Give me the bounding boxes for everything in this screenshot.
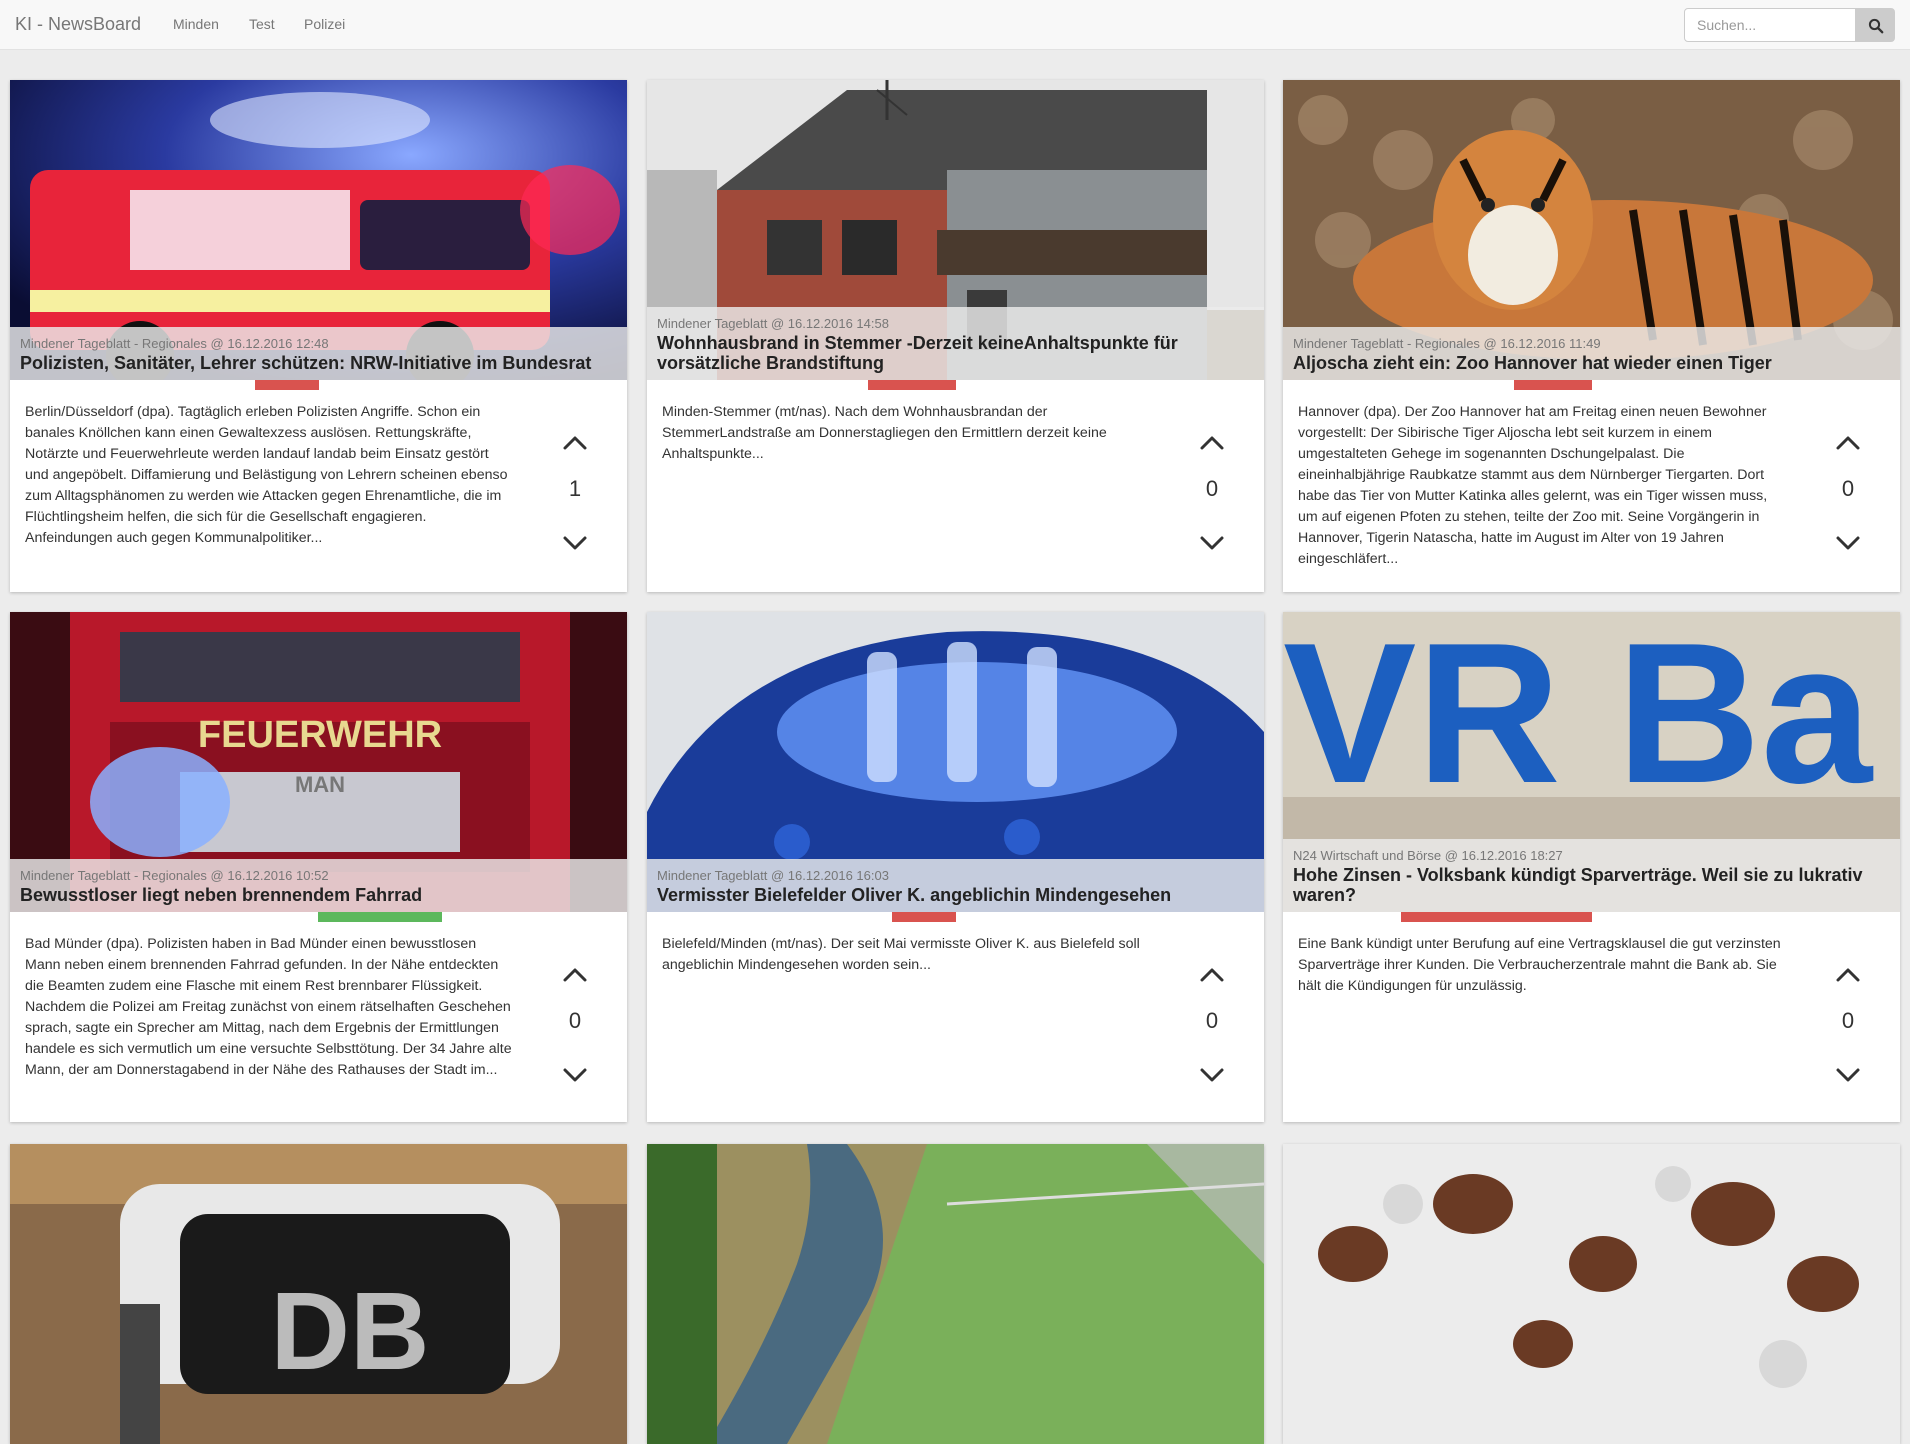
card-title[interactable]: Wohnhausbrand in Stemmer -Derzeit keineA… [657, 333, 1254, 373]
upvote-chevron-icon[interactable] [1197, 432, 1227, 454]
card-image-bluelight[interactable]: Mindener Tageblatt @ 16.12.2016 16:03 Ve… [647, 612, 1264, 912]
sentiment-bar [1401, 912, 1592, 922]
card-caption: N24 Wirtschaft und Börse @ 16.12.2016 18… [1283, 839, 1900, 912]
news-card[interactable]: FEUERWEHR MAN Mindener Tageblatt - Regio… [10, 612, 627, 1122]
card-meta: Mindener Tageblatt - Regionales @ 16.12.… [20, 868, 329, 883]
card-title[interactable]: Polizisten, Sanitäter, Lehrer schützen: … [20, 353, 617, 373]
downvote-chevron-icon[interactable] [1197, 1064, 1227, 1086]
card-text: Bad Münder (dpa). Polizisten haben in Ba… [25, 936, 512, 1078]
firetruck-lettering: FEUERWEHR [198, 714, 442, 756]
card-title[interactable]: Hohe Zinsen - Volksbank kündigt Sparvert… [1293, 865, 1890, 905]
card-image-vrbank[interactable]: VR Ba N24 Wirtschaft und Börse @ 16.12.2… [1283, 612, 1900, 912]
vote-count: 0 [1205, 1008, 1219, 1033]
card-meta: Mindener Tageblatt @ 16.12.2016 16:03 [657, 868, 889, 883]
card-caption: Mindener Tageblatt @ 16.12.2016 16:03 Ve… [647, 859, 1264, 912]
nav-link-test[interactable]: Test [249, 16, 275, 32]
svg-text:MAN: MAN [295, 772, 345, 797]
downvote-chevron-icon[interactable] [1197, 532, 1227, 554]
card-text: Bielefeld/Minden (mt/nas). Der seit Mai … [662, 936, 1140, 973]
search-input[interactable] [1684, 8, 1856, 42]
card-image-house[interactable]: Mindener Tageblatt @ 16.12.2016 14:58 Wo… [647, 80, 1264, 380]
card-caption: Mindener Tageblatt - Regionales @ 16.12.… [10, 859, 627, 912]
card-text: Hannover (dpa). Der Zoo Hannover hat am … [1298, 404, 1768, 567]
navbar: KI - NewsBoard Minden Test Polizei [0, 0, 1910, 50]
upvote-chevron-icon[interactable] [560, 964, 590, 986]
news-card[interactable]: Mindener Tageblatt - Regionales @ 16.12.… [10, 80, 627, 592]
downvote-chevron-icon[interactable] [1833, 532, 1863, 554]
downvote-chevron-icon[interactable] [560, 1064, 590, 1086]
card-image-tiger[interactable]: Mindener Tageblatt - Regionales @ 16.12.… [1283, 80, 1900, 380]
vote-count: 0 [1205, 476, 1219, 501]
news-card[interactable] [647, 1144, 1264, 1444]
db-logo-lettering: DB [271, 1270, 430, 1393]
vote-count: 0 [568, 1008, 582, 1033]
card-image-db-train[interactable]: DB [10, 1144, 627, 1444]
vrbank-lettering: VR Ba [1283, 612, 1874, 825]
card-image-firetruck[interactable]: FEUERWEHR MAN Mindener Tageblatt - Regio… [10, 612, 627, 912]
card-meta: Mindener Tageblatt - Regionales @ 16.12.… [1293, 336, 1601, 351]
card-text: Minden-Stemmer (mt/nas). Nach dem Wohnha… [662, 404, 1107, 462]
nav-link-polizei[interactable]: Polizei [304, 16, 345, 32]
card-image-snow[interactable] [1283, 1144, 1900, 1444]
card-image-river[interactable] [647, 1144, 1264, 1444]
upvote-chevron-icon[interactable] [1833, 432, 1863, 454]
news-card[interactable]: VR Ba N24 Wirtschaft und Börse @ 16.12.2… [1283, 612, 1900, 1122]
card-title[interactable]: Vermisster Bielefelder Oliver K. angebli… [657, 885, 1254, 905]
vote-count: 0 [1841, 476, 1855, 501]
card-title[interactable]: Bewusstloser liegt neben brennendem Fahr… [20, 885, 617, 905]
card-meta: N24 Wirtschaft und Börse @ 16.12.2016 18… [1293, 848, 1563, 863]
card-meta: Mindener Tageblatt - Regionales @ 16.12.… [20, 336, 329, 351]
sentiment-bar [892, 912, 956, 922]
vote-count: 0 [1841, 1008, 1855, 1033]
upvote-chevron-icon[interactable] [560, 432, 590, 454]
downvote-chevron-icon[interactable] [1833, 1064, 1863, 1086]
brand-title[interactable]: KI - NewsBoard [15, 14, 141, 35]
card-caption: Mindener Tageblatt - Regionales @ 16.12.… [10, 327, 627, 380]
card-title[interactable]: Aljoscha zieht ein: Zoo Hannover hat wie… [1293, 353, 1890, 373]
news-card[interactable] [1283, 1144, 1900, 1444]
vote-count: 1 [568, 476, 582, 501]
card-text: Berlin/Düsseldorf (dpa). Tagtäglich erle… [25, 404, 508, 546]
nav-link-minden[interactable]: Minden [173, 16, 219, 32]
search-button[interactable] [1855, 8, 1895, 42]
sentiment-bar [318, 912, 442, 922]
news-card[interactable]: Mindener Tageblatt - Regionales @ 16.12.… [1283, 80, 1900, 592]
upvote-chevron-icon[interactable] [1197, 964, 1227, 986]
card-caption: Mindener Tageblatt @ 16.12.2016 14:58 Wo… [647, 307, 1264, 380]
card-text: Eine Bank kündigt unter Berufung auf ein… [1298, 936, 1781, 994]
sentiment-bar [1514, 380, 1592, 390]
card-image-ambulance[interactable]: Mindener Tageblatt - Regionales @ 16.12.… [10, 80, 627, 380]
news-card[interactable]: Mindener Tageblatt @ 16.12.2016 14:58 Wo… [647, 80, 1264, 592]
upvote-chevron-icon[interactable] [1833, 964, 1863, 986]
downvote-chevron-icon[interactable] [560, 532, 590, 554]
sentiment-bar [255, 380, 319, 390]
news-card[interactable]: DB [10, 1144, 627, 1444]
card-caption: Mindener Tageblatt - Regionales @ 16.12.… [1283, 327, 1900, 380]
card-meta: Mindener Tageblatt @ 16.12.2016 14:58 [657, 316, 889, 331]
news-card[interactable]: Mindener Tageblatt @ 16.12.2016 16:03 Ve… [647, 612, 1264, 1122]
search-icon [1868, 18, 1884, 34]
sentiment-bar [868, 380, 956, 390]
